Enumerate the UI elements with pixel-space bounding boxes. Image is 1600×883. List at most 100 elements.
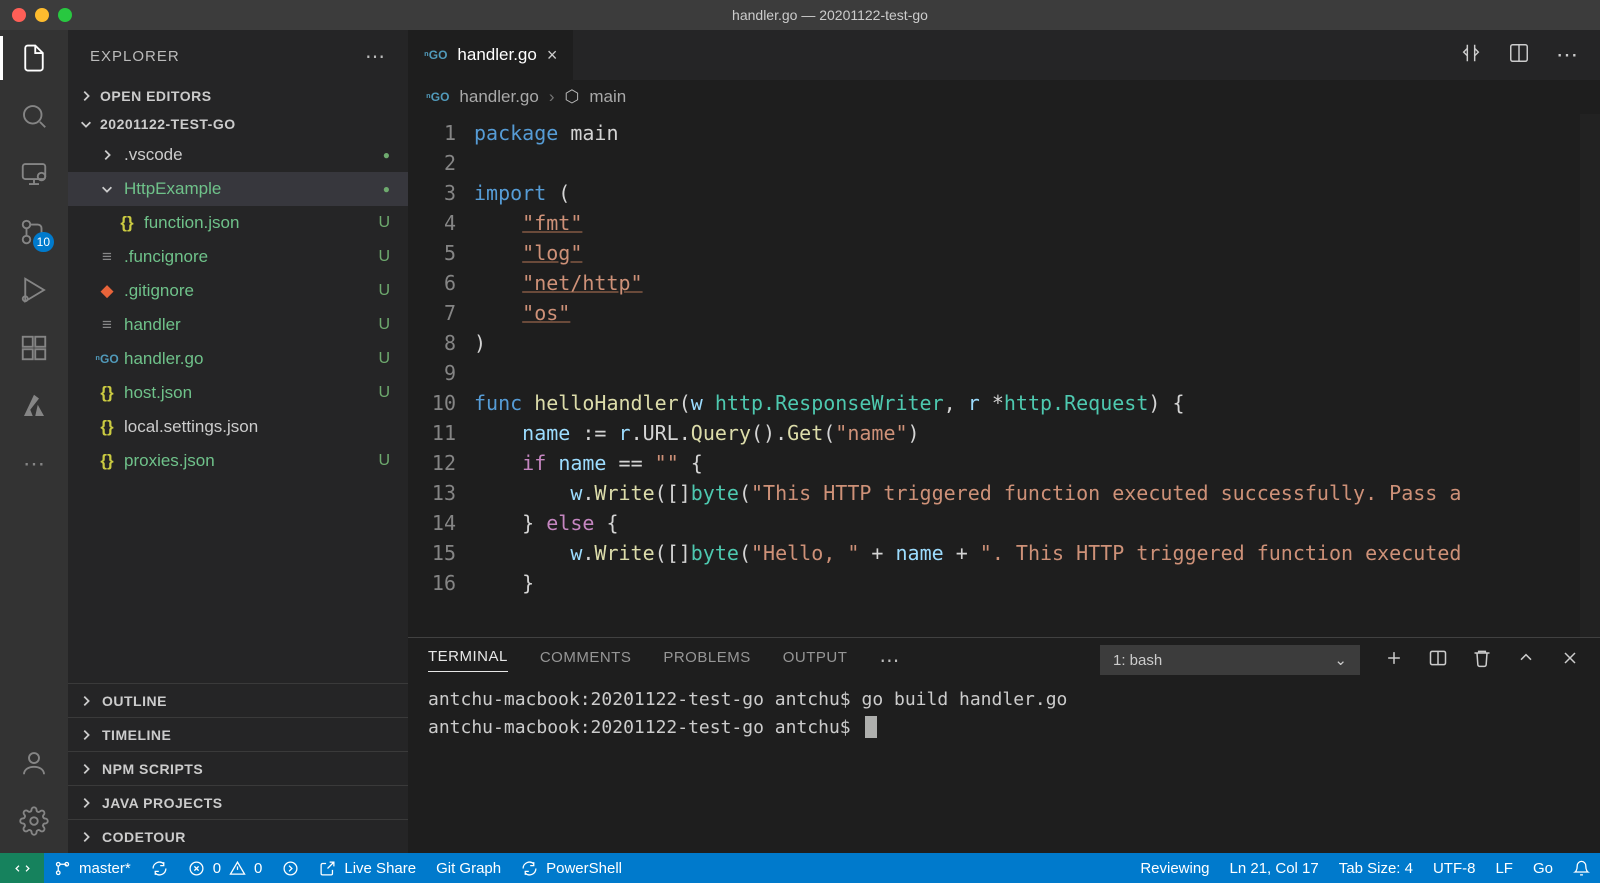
account-icon[interactable] xyxy=(16,745,52,781)
scm-badge: 10 xyxy=(33,232,54,252)
panel-more-icon[interactable]: ⋯ xyxy=(879,648,899,673)
settings-gear-icon[interactable] xyxy=(16,803,52,839)
tree-item-label: handler xyxy=(124,315,378,335)
panel-tab[interactable]: COMMENTS xyxy=(540,649,632,672)
tree-item-label: HttpExample xyxy=(124,179,383,199)
tree-item[interactable]: ≡ handlerU xyxy=(68,308,408,342)
breadcrumbs[interactable]: ⁿGO handler.go › ⬡ main xyxy=(408,80,1600,114)
tree-item-label: host.json xyxy=(124,383,378,403)
explorer-icon[interactable] xyxy=(16,40,52,76)
tree-item-label: handler.go xyxy=(124,349,378,369)
file-icon xyxy=(96,147,118,163)
panel: TERMINAL COMMENTS PROBLEMS OUTPUT ⋯ 1: bash… xyxy=(408,637,1600,853)
editor-tabs: ⁿGO handler.go × ⋯ xyxy=(408,30,1600,80)
panel-tab[interactable]: OUTPUT xyxy=(783,649,848,672)
tab-size[interactable]: Tab Size: 4 xyxy=(1329,860,1423,877)
sync-icon[interactable] xyxy=(141,853,178,883)
window-max-button[interactable] xyxy=(58,8,72,22)
remote-indicator[interactable] xyxy=(0,853,44,883)
scm-icon[interactable]: 10 xyxy=(16,214,52,250)
tree-item[interactable]: ≡ .funcignoreU xyxy=(68,240,408,274)
code-editor[interactable]: 12345678910111213141516 package main imp… xyxy=(408,114,1600,637)
sidebar-section[interactable]: NPM SCRIPTS xyxy=(68,751,408,785)
terminal[interactable]: antchu-macbook:20201122-test-go antchu$ … xyxy=(408,682,1600,853)
chevron-right-icon xyxy=(78,761,94,777)
tree-item-label: .funcignore xyxy=(124,247,378,267)
tree-item[interactable]: ⁿGO handler.goU xyxy=(68,342,408,376)
compare-icon[interactable] xyxy=(1460,42,1482,69)
eol[interactable]: LF xyxy=(1485,860,1523,877)
package-icon: ⬡ xyxy=(565,87,580,107)
git-graph[interactable]: Git Graph xyxy=(426,853,511,883)
explorer-title: EXPLORER xyxy=(90,48,180,65)
chevron-right-icon xyxy=(78,693,94,709)
tree-item-label: .gitignore xyxy=(124,281,378,301)
reviewing-status[interactable]: Reviewing xyxy=(1130,860,1219,877)
split-icon[interactable] xyxy=(1508,42,1530,69)
tree-item-label: .vscode xyxy=(124,145,383,165)
port-forward-icon[interactable] xyxy=(272,853,309,883)
more-icon[interactable]: ⋯ xyxy=(16,446,52,482)
sidebar-section[interactable]: JAVA PROJECTS xyxy=(68,785,408,819)
debug-icon[interactable] xyxy=(16,272,52,308)
minimap[interactable] xyxy=(1580,114,1600,637)
close-icon[interactable]: × xyxy=(547,45,558,66)
editor-more-icon[interactable]: ⋯ xyxy=(1556,42,1578,68)
titlebar: handler.go — 20201122-test-go xyxy=(0,0,1600,30)
activity-bar: 10 ⋯ xyxy=(0,30,68,853)
tree-item[interactable]: {} function.jsonU xyxy=(68,206,408,240)
tree-item[interactable]: {} host.jsonU xyxy=(68,376,408,410)
file-icon: ≡ xyxy=(96,315,118,335)
file-icon: ⁿGO xyxy=(96,352,118,366)
file-icon xyxy=(96,181,118,197)
panel-up-icon[interactable] xyxy=(1516,648,1536,672)
tree-item[interactable]: ◆ .gitignoreU xyxy=(68,274,408,308)
problems-indicator[interactable]: 0 0 xyxy=(178,853,273,883)
chevron-right-icon xyxy=(78,88,94,104)
remote-explorer-icon[interactable] xyxy=(16,156,52,192)
panel-tab[interactable]: TERMINAL xyxy=(428,648,508,672)
azure-icon[interactable] xyxy=(16,388,52,424)
window-min-button[interactable] xyxy=(35,8,49,22)
file-icon: {} xyxy=(116,213,138,233)
window-close-button[interactable] xyxy=(12,8,26,22)
feedback-icon[interactable] xyxy=(1563,860,1600,877)
powershell[interactable]: PowerShell xyxy=(511,853,632,883)
split-terminal-icon[interactable] xyxy=(1428,648,1448,672)
extensions-icon[interactable] xyxy=(16,330,52,366)
tree-item[interactable]: {} local.settings.json xyxy=(68,410,408,444)
encoding[interactable]: UTF-8 xyxy=(1423,860,1486,877)
live-share[interactable]: Live Share xyxy=(309,853,426,883)
tree-item[interactable]: .vscode xyxy=(68,138,408,172)
tree-item[interactable]: HttpExample xyxy=(68,172,408,206)
chevron-right-icon xyxy=(78,795,94,811)
file-icon: {} xyxy=(96,417,118,437)
file-icon: ≡ xyxy=(96,247,118,267)
tree-item[interactable]: {} proxies.jsonU xyxy=(68,444,408,478)
file-icon: {} xyxy=(96,451,118,471)
sidebar-section[interactable]: OUTLINE xyxy=(68,683,408,717)
new-terminal-icon[interactable] xyxy=(1384,648,1404,672)
terminal-selector[interactable]: 1: bash ⌄ xyxy=(1100,645,1360,675)
chevron-right-icon: › xyxy=(549,87,555,107)
explorer-more-icon[interactable]: ⋯ xyxy=(365,44,386,69)
window-title: handler.go — 20201122-test-go xyxy=(72,7,1588,23)
git-branch[interactable]: master* xyxy=(44,853,141,883)
chevron-right-icon xyxy=(78,727,94,743)
search-icon[interactable] xyxy=(16,98,52,134)
file-icon: {} xyxy=(96,383,118,403)
chevron-down-icon: ⌄ xyxy=(1334,651,1347,669)
sidebar-section[interactable]: TIMELINE xyxy=(68,717,408,751)
sidebar-section[interactable]: CODETOUR xyxy=(68,819,408,853)
cursor-position[interactable]: Ln 21, Col 17 xyxy=(1220,860,1329,877)
open-editors-section[interactable]: OPEN EDITORS xyxy=(68,82,408,110)
panel-tab[interactable]: PROBLEMS xyxy=(663,649,750,672)
folder-section[interactable]: 20201122-TEST-GO xyxy=(68,110,408,138)
tab-handler-go[interactable]: ⁿGO handler.go × xyxy=(408,30,574,80)
chevron-right-icon xyxy=(78,829,94,845)
go-file-icon: ⁿGO xyxy=(424,48,447,62)
panel-close-icon[interactable] xyxy=(1560,648,1580,672)
language-mode[interactable]: Go xyxy=(1523,860,1563,877)
trash-icon[interactable] xyxy=(1472,648,1492,672)
explorer-sidebar: EXPLORER ⋯ OPEN EDITORS 20201122-TEST-GO… xyxy=(68,30,408,853)
